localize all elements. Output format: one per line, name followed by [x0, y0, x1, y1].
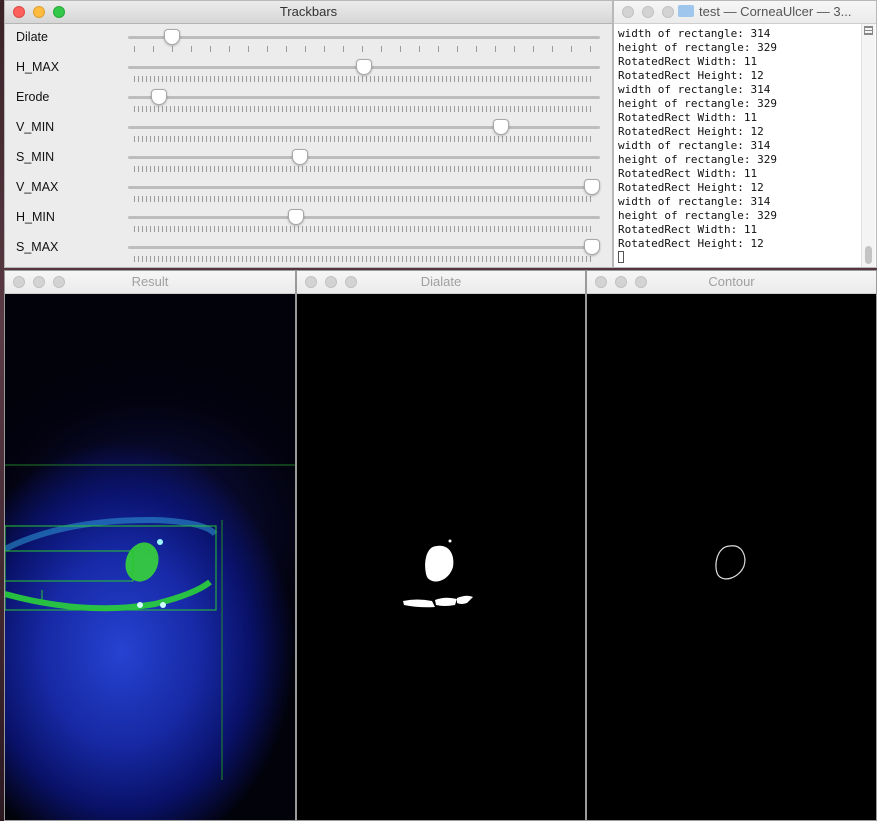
terminal-line: RotatedRect Width: 11 — [618, 223, 758, 236]
trackbar-ticks — [134, 256, 594, 262]
contour-image — [587, 294, 876, 820]
dialate-window: Dialate — [296, 270, 586, 821]
trackbar-ticks — [134, 106, 594, 112]
contour-outline-graphic — [715, 545, 746, 580]
trackbar-track[interactable] — [128, 126, 600, 129]
terminal-line: RotatedRect Height: 12 — [618, 181, 764, 194]
close-button[interactable] — [595, 276, 607, 288]
trackbar-ticks — [134, 166, 594, 172]
dialate-title: Dialate — [420, 274, 462, 289]
terminal-line: RotatedRect Width: 11 — [618, 167, 758, 180]
terminal-scrollbar[interactable] — [861, 24, 875, 267]
trackbar-label: Dilate — [16, 30, 48, 44]
trackbar-thumb[interactable] — [292, 149, 309, 165]
terminal-titlebar[interactable]: test — CorneaUlcer — 3... — [614, 1, 876, 24]
trackbars-window: Trackbars Dilate H_MAX Erode V_MIN S_MIN V_MA… — [4, 0, 613, 268]
trackbars-title: Trackbars — [279, 4, 338, 19]
trackbar-label: H_MIN — [16, 210, 55, 224]
terminal-line: RotatedRect Height: 12 — [618, 125, 764, 138]
minimize-button[interactable] — [325, 276, 337, 288]
terminal-line: height of rectangle: 329 — [618, 41, 777, 54]
trackbar-thumb[interactable] — [584, 239, 600, 255]
minimize-button[interactable] — [615, 276, 627, 288]
terminal-line: height of rectangle: 329 — [618, 209, 777, 222]
close-button[interactable] — [13, 6, 25, 18]
trackbar-label: V_MAX — [16, 180, 59, 194]
minimize-button[interactable] — [33, 276, 45, 288]
trackbar-row: Dilate — [5, 24, 612, 54]
folder-icon — [678, 5, 694, 17]
close-button[interactable] — [622, 6, 634, 18]
result-window: Result — [4, 270, 296, 821]
terminal-line: RotatedRect Width: 11 — [618, 111, 758, 124]
close-button[interactable] — [13, 276, 25, 288]
terminal-line: width of rectangle: 314 — [618, 139, 771, 152]
trackbar-track[interactable] — [128, 186, 600, 189]
trackbar-label: V_MIN — [16, 120, 55, 134]
trackbar-ticks — [134, 196, 594, 202]
zoom-button[interactable] — [53, 6, 65, 18]
result-title: Result — [131, 274, 169, 289]
zoom-button[interactable] — [662, 6, 674, 18]
trackbar-ticks — [134, 226, 594, 232]
minimize-button[interactable] — [33, 6, 45, 18]
terminal-line: height of rectangle: 329 — [618, 97, 777, 110]
scroll-thumb[interactable] — [865, 246, 872, 264]
close-button[interactable] — [305, 276, 317, 288]
trackbar-ticks — [134, 136, 594, 142]
terminal-line: RotatedRect Width: 11 — [618, 55, 758, 68]
trackbar-row: Erode — [5, 84, 612, 114]
trackbar-label: H_MAX — [16, 60, 60, 74]
dialate-mask-image — [297, 294, 585, 820]
terminal-line: RotatedRect Height: 12 — [618, 237, 764, 250]
terminal-window: test — CorneaUlcer — 3... width of recta… — [613, 0, 877, 268]
terminal-output[interactable]: width of rectangle: 314 height of rectang… — [618, 27, 860, 263]
zoom-button[interactable] — [635, 276, 647, 288]
terminal-title: test — CorneaUlcer — 3... — [699, 4, 852, 19]
scroll-menu-icon[interactable] — [864, 26, 873, 35]
contour-window: Contour — [586, 270, 877, 821]
result-image — [5, 294, 295, 820]
trackbar-label: S_MAX — [16, 240, 59, 254]
terminal-line: width of rectangle: 314 — [618, 195, 771, 208]
trackbar-label: S_MIN — [16, 150, 55, 164]
contour-titlebar[interactable]: Contour — [587, 271, 876, 294]
terminal-line: RotatedRect Height: 12 — [618, 69, 764, 82]
trackbar-thumb[interactable] — [150, 89, 167, 105]
trackbar-row: S_MIN — [5, 144, 612, 174]
minimize-button[interactable] — [642, 6, 654, 18]
trackbar-track[interactable] — [128, 36, 600, 39]
trackbar-thumb[interactable] — [492, 119, 509, 135]
trackbar-thumb[interactable] — [287, 209, 304, 225]
trackbar-thumb[interactable] — [164, 29, 181, 45]
trackbar-row: V_MAX — [5, 174, 612, 204]
dialate-titlebar[interactable]: Dialate — [297, 271, 585, 294]
trackbar-row: H_MAX — [5, 54, 612, 84]
zoom-button[interactable] — [345, 276, 357, 288]
trackbar-row: V_MIN — [5, 114, 612, 144]
trackbars-titlebar[interactable]: Trackbars — [5, 1, 612, 24]
result-titlebar[interactable]: Result — [5, 271, 295, 294]
eye-overlay-graphic — [5, 464, 295, 780]
dilated-mask-graphic — [403, 539, 473, 608]
terminal-line: height of rectangle: 329 — [618, 153, 777, 166]
trackbar-thumb[interactable] — [584, 179, 600, 195]
terminal-cursor — [618, 251, 860, 267]
trackbar-track[interactable] — [128, 156, 600, 159]
trackbar-track[interactable] — [128, 246, 600, 249]
contour-title: Contour — [708, 274, 755, 289]
trackbar-row: S_MAX — [5, 234, 612, 264]
terminal-line: width of rectangle: 314 — [618, 27, 771, 40]
zoom-button[interactable] — [53, 276, 65, 288]
trackbar-ticks — [134, 76, 594, 82]
trackbar-ticks — [134, 46, 594, 52]
trackbar-thumb[interactable] — [356, 59, 372, 75]
terminal-line: width of rectangle: 314 — [618, 83, 771, 96]
trackbar-track[interactable] — [128, 216, 600, 219]
trackbar-row: H_MIN — [5, 204, 612, 234]
trackbar-label: Erode — [16, 90, 50, 104]
trackbar-track[interactable] — [128, 96, 600, 99]
